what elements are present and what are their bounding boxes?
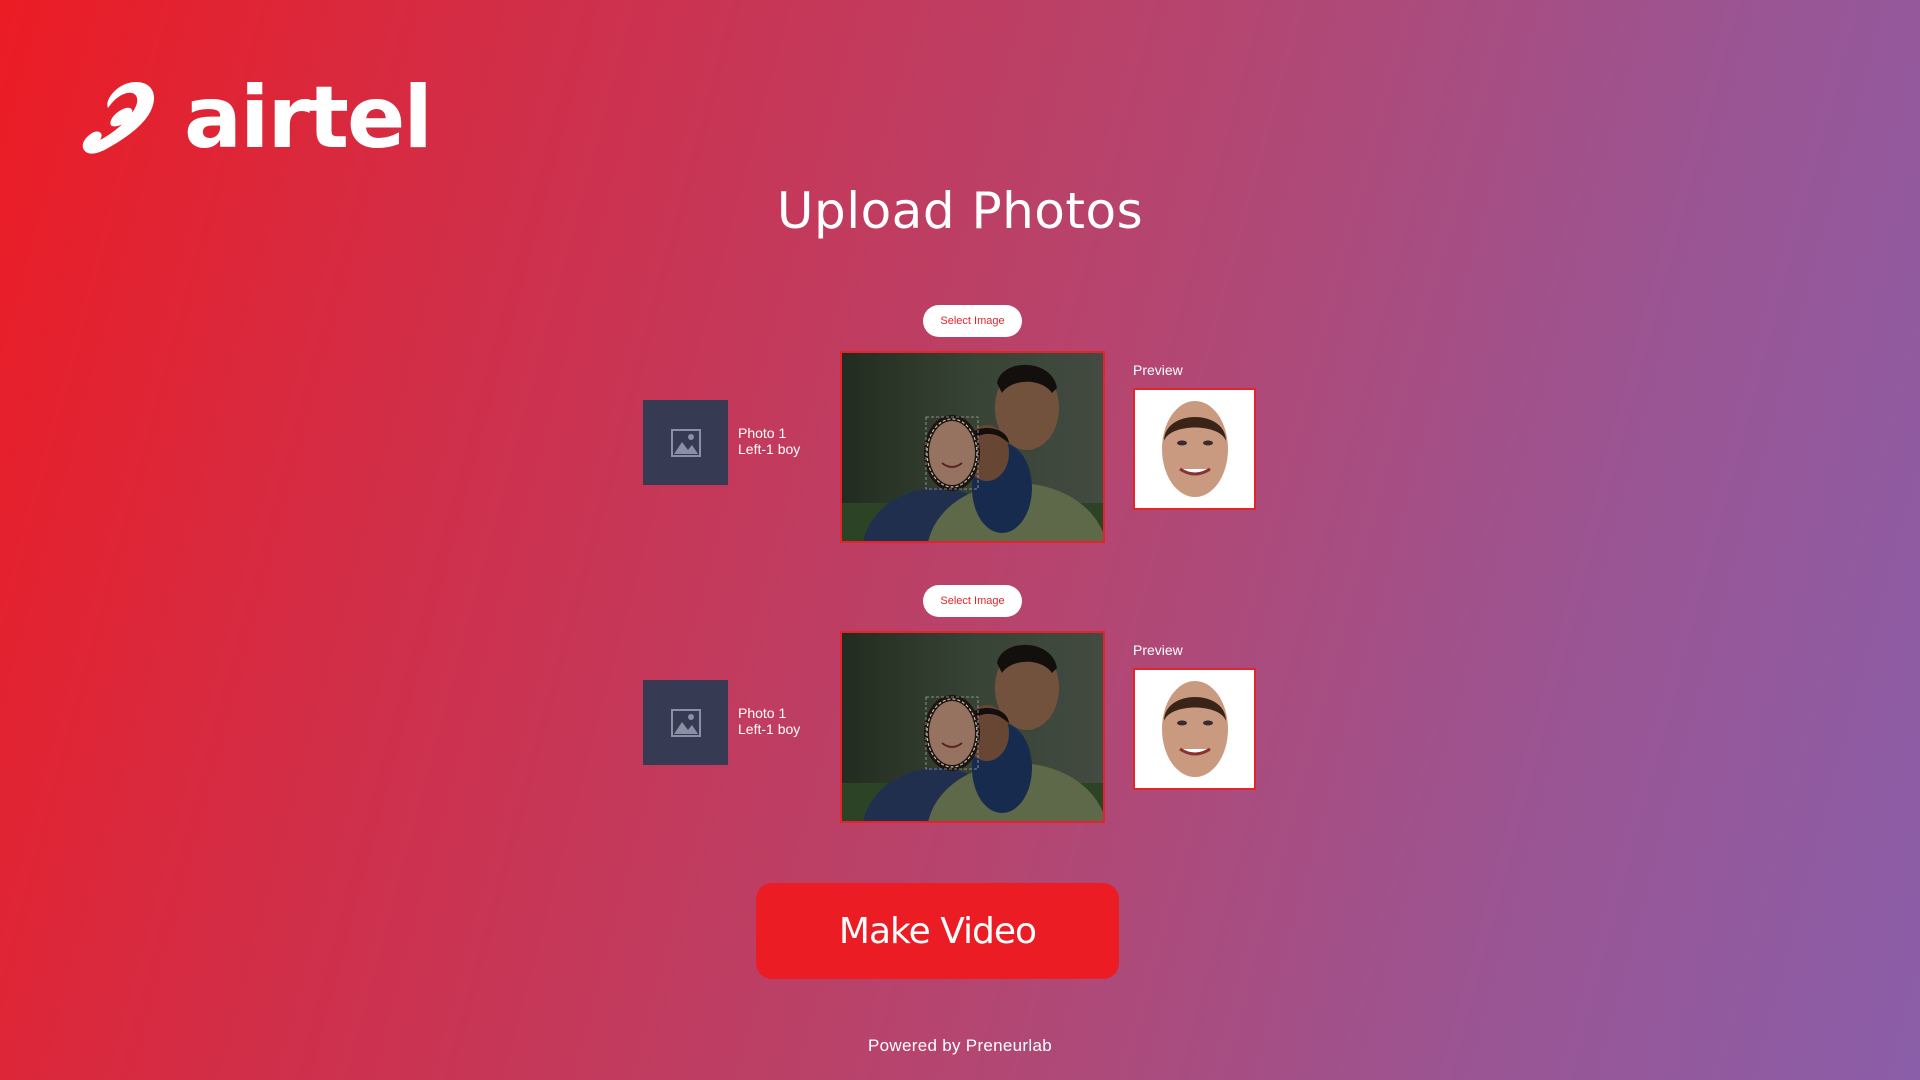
photo-title: Photo 1 (738, 425, 787, 441)
photo-title: Photo 1 (738, 705, 787, 721)
page-title: Upload Photos (776, 182, 1144, 240)
preview-label: Preview (1133, 362, 1183, 378)
brand-name: airtel (184, 68, 433, 168)
image-placeholder-icon (670, 708, 701, 737)
photo-thumbnail[interactable] (643, 680, 728, 765)
select-image-button[interactable]: Select Image (923, 585, 1022, 617)
airtel-swirl-icon (82, 81, 155, 154)
photo-thumbnail[interactable] (643, 400, 728, 485)
preview-box (1133, 388, 1256, 510)
preview-box (1133, 668, 1256, 790)
photo-label: Photo 1 Left-1 boy (738, 705, 800, 737)
airtel-logo: airtel (78, 68, 433, 168)
photo-subtitle: Left-1 boy (738, 721, 801, 737)
select-image-button[interactable]: Select Image (923, 305, 1022, 337)
make-video-button[interactable]: Make Video (756, 883, 1119, 979)
uploaded-photo[interactable] (840, 631, 1105, 823)
photo-label: Photo 1 Left-1 boy (738, 425, 800, 457)
preview-label: Preview (1133, 642, 1183, 658)
photo-row: Select Image Photo 1 Left-1 boy Preview (0, 585, 1920, 845)
photo-subtitle: Left-1 boy (738, 441, 801, 457)
photo-row: Select Image Photo 1 Left-1 boy Preview (0, 305, 1920, 565)
image-placeholder-icon (670, 428, 701, 457)
face-preview (1161, 401, 1228, 497)
uploaded-photo[interactable] (840, 351, 1105, 543)
footer-text: Powered by Preneurlab (868, 1036, 1052, 1055)
face-preview (1161, 681, 1228, 777)
